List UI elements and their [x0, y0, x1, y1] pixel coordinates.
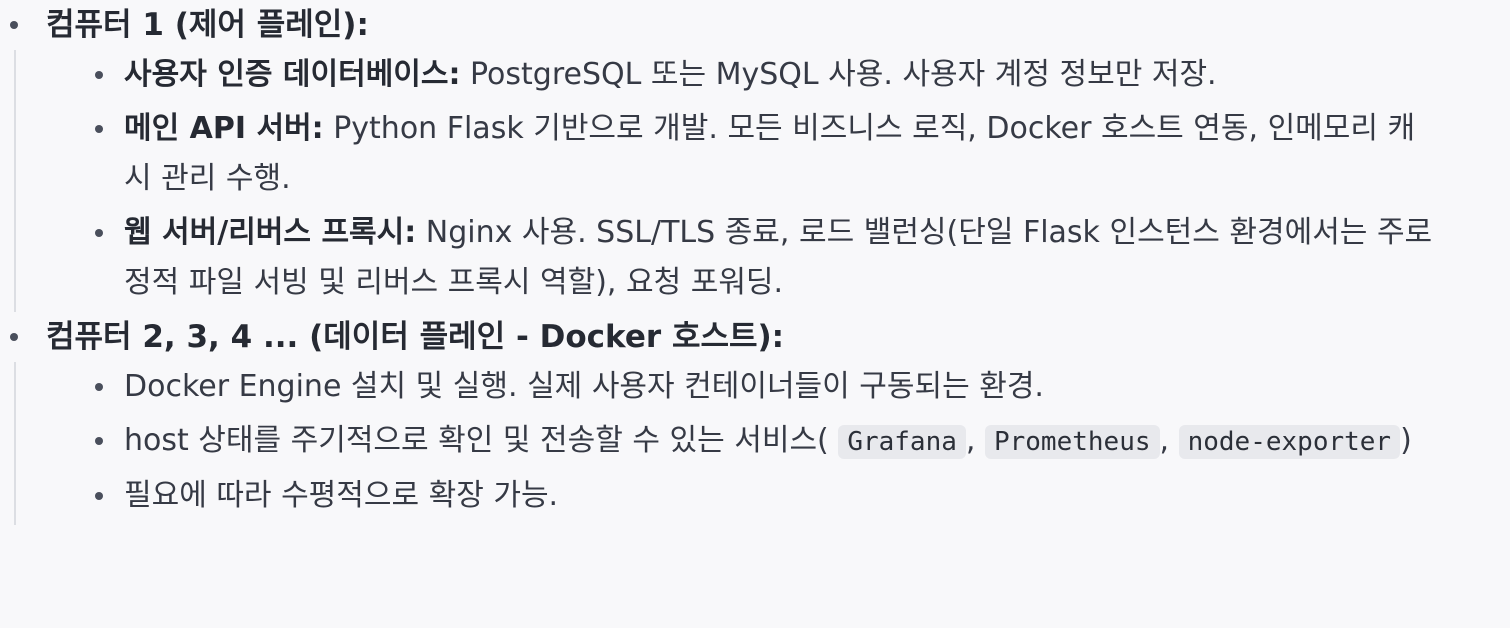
code-prometheus: Prometheus [984, 425, 1160, 459]
sub-item-docker-engine: Docker Engine 설치 및 실행. 실제 사용자 컨테이너들이 구동되… [95, 362, 1434, 416]
monitoring-text: host 상태를 주기적으로 확인 및 전송할 수 있는 서비스( [124, 423, 829, 458]
top-level-list: 컴퓨터 1 (제어 플레인): 사용자 인증 데이터베이스: PostgreSQ… [0, 0, 1510, 525]
bullet-icon [10, 21, 18, 29]
closing-paren: ) [1400, 423, 1412, 458]
computer-2-title: 컴퓨터 2, 3, 4 ... (데이터 플레인 - Docker 호스트): [46, 319, 785, 355]
list-item-computer-1: 컴퓨터 1 (제어 플레인): 사용자 인증 데이터베이스: PostgreSQ… [0, 0, 1510, 312]
computer-1-sub-list: 사용자 인증 데이터베이스: PostgreSQL 또는 MySQL 사용. 사… [14, 50, 1510, 312]
auth-db-text: PostgreSQL 또는 MySQL 사용. 사용자 계정 정보만 저장. [460, 57, 1217, 92]
separator: , [965, 423, 985, 458]
api-server-term: 메인 API 서버: [124, 111, 324, 146]
computer-1-title: 컴퓨터 1 (제어 플레인): [46, 7, 369, 43]
web-server-term: 웹 서버/리버스 프록시: [124, 215, 417, 250]
sub-item-scaling: 필요에 따라 수평적으로 확장 가능. [95, 471, 1434, 525]
sub-item-web-server: 웹 서버/리버스 프록시: Nginx 사용. SSL/TLS 종료, 로드 밸… [95, 208, 1434, 312]
computer-2-sub-list: Docker Engine 설치 및 실행. 실제 사용자 컨테이너들이 구동되… [14, 362, 1510, 525]
separator: , [1159, 423, 1179, 458]
sub-item-monitoring: host 상태를 주기적으로 확인 및 전송할 수 있는 서비스( Grafan… [95, 416, 1434, 471]
code-node-exporter: node-exporter [1178, 425, 1401, 459]
bullet-icon [95, 492, 103, 500]
sub-item-auth-db: 사용자 인증 데이터베이스: PostgreSQL 또는 MySQL 사용. 사… [95, 50, 1434, 104]
indent-guide [14, 50, 16, 312]
document: 컴퓨터 1 (제어 플레인): 사용자 인증 데이터베이스: PostgreSQ… [0, 0, 1510, 628]
list-item-computer-2: 컴퓨터 2, 3, 4 ... (데이터 플레인 - Docker 호스트): … [0, 312, 1510, 525]
bullet-icon [95, 125, 103, 133]
code-grafana: Grafana [838, 425, 966, 459]
bullet-icon [95, 437, 103, 445]
bullet-icon [95, 71, 103, 79]
auth-db-term: 사용자 인증 데이터베이스: [124, 57, 461, 92]
indent-guide [14, 362, 16, 525]
scaling-text: 필요에 따라 수평적으로 확장 가능. [124, 478, 559, 513]
bullet-icon [10, 333, 18, 341]
list-item-row: 컴퓨터 2, 3, 4 ... (데이터 플레인 - Docker 호스트): [10, 312, 1510, 362]
sub-item-api-server: 메인 API 서버: Python Flask 기반으로 개발. 모든 비즈니스… [95, 104, 1434, 208]
list-item-row: 컴퓨터 1 (제어 플레인): [10, 0, 1510, 50]
docker-engine-text: Docker Engine 설치 및 실행. 실제 사용자 컨테이너들이 구동되… [124, 369, 1044, 404]
bullet-icon [95, 383, 103, 391]
bullet-icon [95, 229, 103, 237]
